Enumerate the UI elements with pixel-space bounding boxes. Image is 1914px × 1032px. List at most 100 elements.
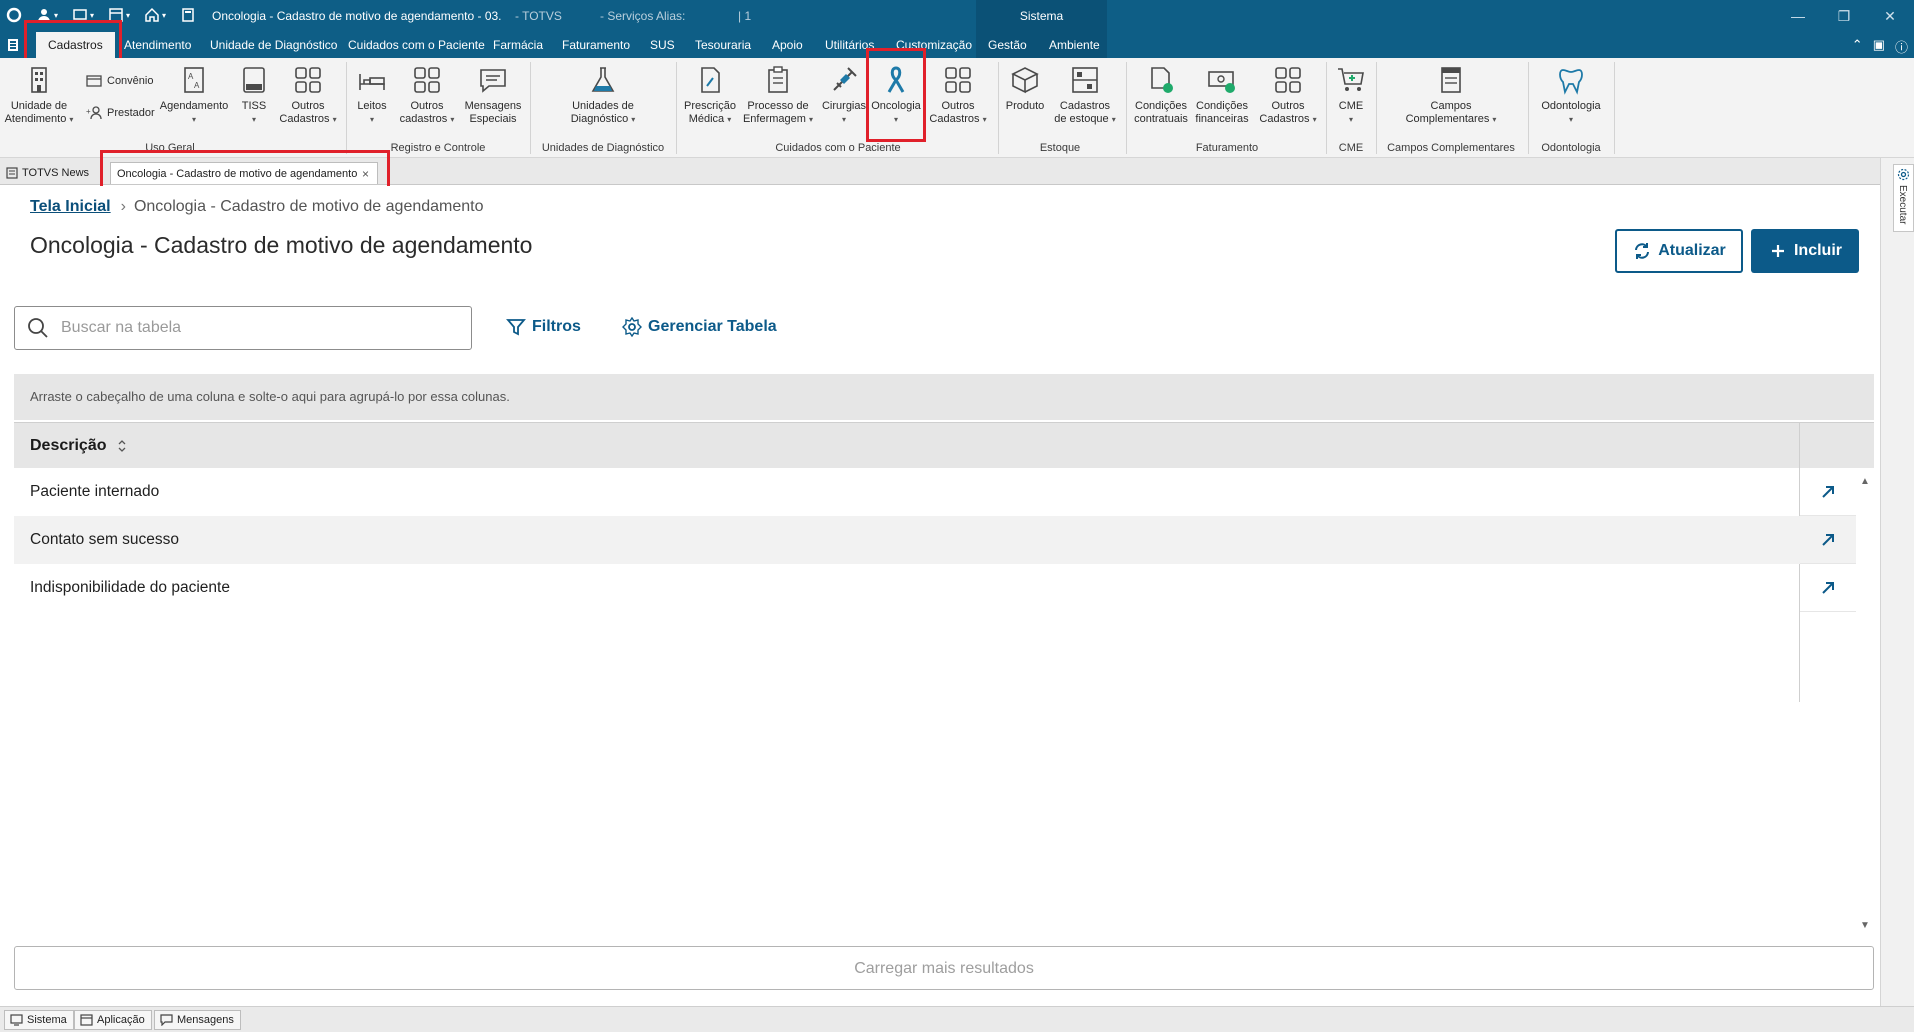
condicoes-contratuais-button[interactable]: Condições contratuais (1132, 64, 1190, 126)
open-record-button[interactable] (1800, 516, 1856, 564)
tab-unidade-diagnostico[interactable]: Unidade de Diagnóstico (210, 32, 337, 58)
app-window-icon (80, 1014, 93, 1026)
manage-table-button[interactable]: Gerenciar Tabela (622, 317, 777, 337)
form-icon (1441, 67, 1461, 93)
leitos-label: Leitos (357, 100, 387, 112)
breadcrumb: Tela Inicial › Oncologia - Cadastro de mot… (30, 198, 484, 216)
session-number: | 1 (738, 9, 752, 23)
load-more-button[interactable]: Carregar mais resultados (14, 946, 1874, 990)
grid-icon (945, 67, 971, 93)
search-icon (28, 318, 48, 338)
calculator-icon[interactable] (180, 7, 196, 23)
grid-icon (414, 67, 440, 93)
cirurgias-button[interactable]: Cirurgias ▾ (818, 64, 870, 126)
tab-sus[interactable]: SUS (650, 32, 675, 58)
condicoes-financeiras-button[interactable]: Condições financeiras (1192, 64, 1252, 126)
status-mensagens-button[interactable]: Mensagens (154, 1010, 241, 1030)
table-row[interactable]: Paciente internado (14, 468, 1800, 516)
help-icon[interactable]: ⓘ (1895, 37, 1908, 56)
scroll-down-icon[interactable]: ▼ (1860, 920, 1870, 931)
collapse-ribbon-icon[interactable]: ⌃ (1852, 37, 1863, 56)
outros-cadastros-2-button[interactable]: Outros cadastros ▾ (394, 64, 460, 126)
tiss-label: TISS (241, 100, 267, 112)
group-registro-controle: Registro e Controle (390, 142, 486, 154)
schedule-icon: AA (184, 67, 204, 93)
table-row[interactable]: Contato sem sucesso (14, 516, 1800, 564)
cme-button[interactable]: CME ▾ (1334, 64, 1368, 126)
home-icon[interactable]: ▾ (144, 7, 166, 23)
cadastros-estoque-button[interactable]: Cadastros de estoque ▾ (1050, 64, 1120, 126)
tiss-icon (243, 67, 265, 93)
tab-totvs-news-label: TOTVS News (22, 167, 90, 179)
filters-label: Filtros (532, 318, 581, 335)
status-aplicacao-button[interactable]: Aplicação (74, 1010, 152, 1030)
agendamento-button[interactable]: AA Agendamento ▾ (158, 64, 230, 126)
odontologia-button[interactable]: Odontologia ▾ (1538, 64, 1604, 126)
restore-icon[interactable]: ❐ (1834, 6, 1854, 26)
campos-complementares-label: Campos Complementares (1405, 100, 1490, 125)
message-icon (480, 69, 506, 93)
prestador-button[interactable]: + Prestador (86, 106, 155, 120)
layout-icon[interactable]: ▣ (1873, 37, 1885, 56)
add-label: Incluir (1793, 242, 1842, 259)
separator (1326, 62, 1327, 154)
news-icon (6, 167, 18, 179)
tab-faturamento[interactable]: Faturamento (562, 32, 630, 58)
title-bar: ▾ ▾ ▾ ▾ Oncologia - Cadastro de motivo d… (0, 0, 1914, 32)
breadcrumb-home-link[interactable]: Tela Inicial (30, 198, 111, 215)
unidade-atendimento-button[interactable]: Unidade de Atendimento ▾ (2, 64, 76, 126)
sistema-tab[interactable]: Sistema (976, 0, 1107, 32)
refresh-button[interactable]: Atualizar (1615, 229, 1743, 273)
open-record-button[interactable] (1800, 564, 1856, 612)
outros-cadastros-1-button[interactable]: Outros Cadastros ▾ (276, 64, 340, 126)
box-icon (1011, 67, 1039, 94)
cirurgias-label: Cirurgias (821, 100, 866, 112)
leitos-button[interactable]: Leitos ▾ (352, 64, 392, 126)
executar-tab[interactable]: Executar (1893, 164, 1914, 232)
tab-cuidados-paciente[interactable]: Cuidados com o Paciente (348, 32, 485, 58)
outros-cadastros-3-button[interactable]: Outros Cadastros ▾ (926, 64, 990, 126)
tab-totvs-news[interactable]: TOTVS News (4, 162, 89, 184)
prescricao-medica-button[interactable]: Prescrição Médica ▾ (682, 64, 738, 126)
tab-atendimento[interactable]: Atendimento (124, 32, 191, 58)
column-header-descricao[interactable]: Descrição (30, 437, 127, 455)
campos-complementares-button[interactable]: Campos Complementares ▾ (1396, 64, 1506, 126)
separator (1614, 62, 1615, 154)
tiss-button[interactable]: TISS ▾ (236, 64, 272, 126)
filters-button[interactable]: Filtros (506, 317, 581, 337)
add-button[interactable]: Incluir (1751, 229, 1859, 273)
tab-farmacia[interactable]: Farmácia (493, 32, 543, 58)
flask-icon (591, 67, 615, 92)
group-by-drop-area[interactable]: Arraste o cabeçalho de uma coluna e solt… (14, 374, 1874, 420)
search-input[interactable] (61, 319, 441, 337)
group-estoque: Estoque (1039, 142, 1081, 154)
totvs-logo-icon[interactable] (6, 7, 22, 23)
status-sistema-label: Sistema (27, 1014, 67, 1026)
window-title: Oncologia - Cadastro de motivo de agenda… (212, 9, 502, 23)
mensagens-especiais-button[interactable]: Mensagens Especiais (462, 64, 524, 126)
group-unidades-diagnostico: Unidades de Diagnóstico (541, 142, 665, 154)
tab-gestao[interactable]: Gestão (988, 32, 1027, 58)
group-campos-complementares: Campos Complementares (1387, 142, 1515, 154)
open-record-button[interactable] (1800, 468, 1856, 516)
scroll-up-icon[interactable]: ▲ (1860, 476, 1870, 487)
tab-apoio[interactable]: Apoio (772, 32, 803, 58)
unidades-diagnostico-button[interactable]: Unidades de Diagnóstico ▾ (566, 64, 640, 126)
app-menu-icon[interactable] (6, 37, 22, 53)
produto-button[interactable]: Produto (1002, 64, 1048, 113)
tab-tesouraria[interactable]: Tesouraria (695, 32, 751, 58)
minimize-icon[interactable]: — (1788, 6, 1808, 26)
status-sistema-button[interactable]: Sistema (4, 1010, 74, 1030)
convenio-button[interactable]: Convênio (86, 74, 153, 88)
grid-icon (295, 67, 321, 93)
outros-cadastros-3-label: Outros Cadastros (929, 100, 980, 125)
table-row[interactable]: Indisponibilidade do paciente (14, 564, 1800, 612)
arrow-up-right-icon (1822, 533, 1834, 546)
outros-cadastros-4-button[interactable]: Outros Cadastros ▾ (1256, 64, 1320, 126)
outros-cadastros-4-label: Outros Cadastros (1259, 100, 1310, 125)
cart-icon (1338, 68, 1364, 91)
tab-ambiente[interactable]: Ambiente (1049, 32, 1100, 58)
processo-enfermagem-button[interactable]: Processo de Enfermagem ▾ (740, 64, 816, 126)
close-icon[interactable]: ✕ (1880, 6, 1900, 26)
group-faturamento: Faturamento (1195, 142, 1259, 154)
